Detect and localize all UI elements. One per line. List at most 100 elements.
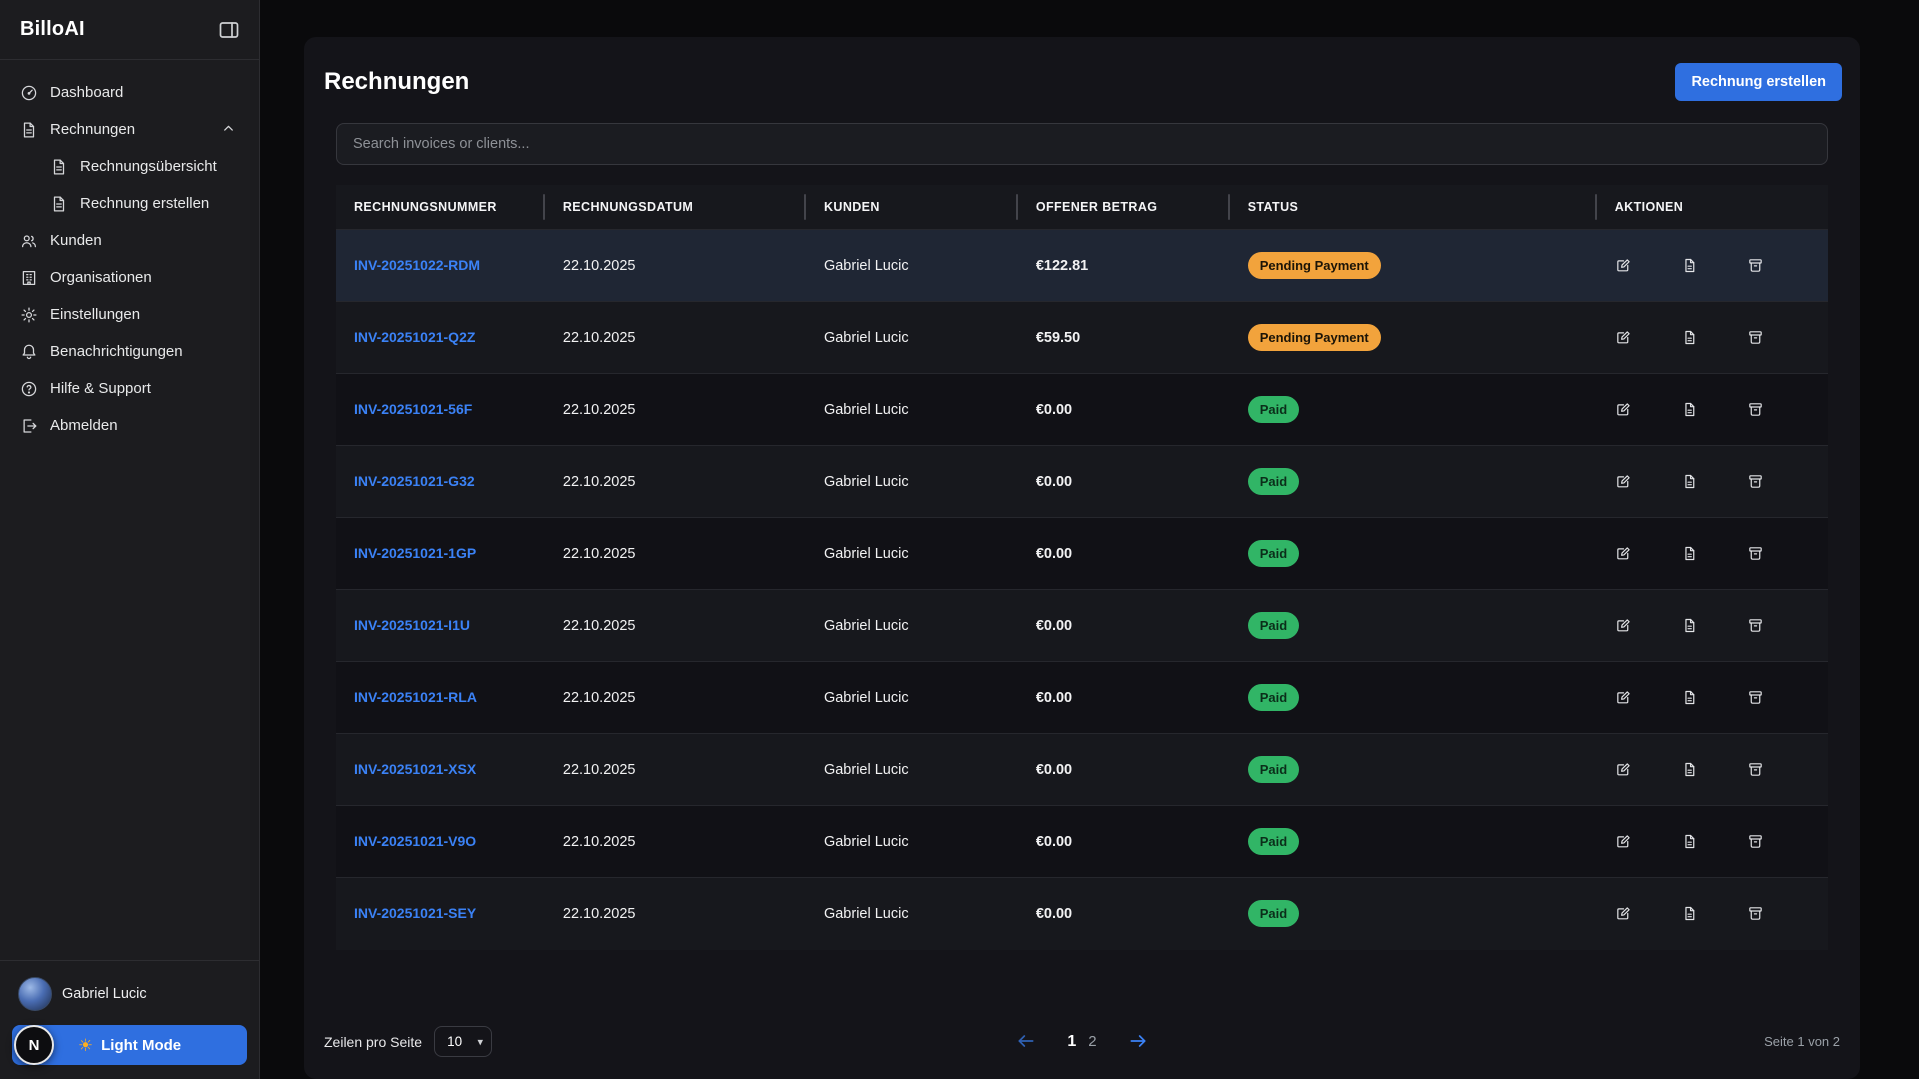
edit-icon [1615, 622, 1632, 637]
user-profile[interactable]: Gabriel Lucic [12, 973, 247, 1025]
invoice-client: Gabriel Lucic [806, 662, 1018, 734]
archive-invoice-button[interactable] [1747, 545, 1764, 562]
rows-per-page-select[interactable]: 10 [434, 1026, 492, 1057]
column-header: RECHNUNGSNUMMER [336, 185, 545, 230]
invoice-amount: €0.00 [1018, 590, 1230, 662]
invoice-link[interactable]: INV-20251021-RLA [354, 689, 477, 705]
invoice-actions-cell [1597, 302, 1828, 374]
invoice-client: Gabriel Lucic [806, 446, 1018, 518]
table-row: INV-20251021-56F 22.10.2025 Gabriel Luci… [336, 374, 1828, 446]
invoice-link[interactable]: INV-20251021-56F [354, 401, 472, 417]
edit-invoice-button[interactable] [1615, 401, 1632, 418]
invoice-icon [20, 121, 38, 139]
sidebar-item-einstellungen[interactable]: Einstellungen [10, 296, 249, 333]
status-badge: Paid [1248, 756, 1299, 783]
invoice-client: Gabriel Lucic [806, 734, 1018, 806]
sidebar-item-benachrichtigungen[interactable]: Benachrichtigungen [10, 333, 249, 370]
archive-invoice-button[interactable] [1747, 257, 1764, 274]
invoice-date: 22.10.2025 [545, 734, 806, 806]
search-input[interactable] [336, 123, 1828, 165]
invoice-date: 22.10.2025 [545, 806, 806, 878]
pdf-invoice-button[interactable] [1681, 833, 1698, 850]
invoice-link[interactable]: INV-20251021-Q2Z [354, 329, 475, 345]
previous-page-button[interactable] [1015, 1031, 1037, 1053]
create-invoice-button[interactable]: Rechnung erstellen [1675, 63, 1842, 101]
invoice-number-cell: INV-20251022-RDM [336, 230, 545, 302]
archive-icon [1747, 334, 1764, 349]
sidebar-item-rechnung-erstellen[interactable]: Rechnung erstellen [10, 185, 249, 222]
invoice-date: 22.10.2025 [545, 302, 806, 374]
extension-bubble[interactable]: N [14, 1025, 54, 1065]
column-header: OFFENER BETRAG [1018, 185, 1230, 230]
archive-invoice-button[interactable] [1747, 833, 1764, 850]
archive-invoice-button[interactable] [1747, 905, 1764, 922]
invoice-number-cell: INV-20251021-1GP [336, 518, 545, 590]
edit-invoice-button[interactable] [1615, 833, 1632, 850]
edit-invoice-button[interactable] [1615, 905, 1632, 922]
edit-invoice-button[interactable] [1615, 473, 1632, 490]
invoice-link[interactable]: INV-20251021-G32 [354, 473, 475, 489]
status-badge: Paid [1248, 828, 1299, 855]
invoice-link[interactable]: INV-20251021-V9O [354, 833, 476, 849]
pdf-invoice-button[interactable] [1681, 689, 1698, 706]
archive-invoice-button[interactable] [1747, 329, 1764, 346]
archive-icon [1747, 262, 1764, 277]
edit-invoice-button[interactable] [1615, 617, 1632, 634]
invoice-status-cell: Paid [1230, 518, 1597, 590]
pdf-file-icon [1681, 838, 1698, 853]
sidebar-item-kunden[interactable]: Kunden [10, 222, 249, 259]
sidebar-item-hilfe-support[interactable]: Hilfe & Support [10, 370, 249, 407]
archive-invoice-button[interactable] [1747, 761, 1764, 778]
table-row: INV-20251021-XSX 22.10.2025 Gabriel Luci… [336, 734, 1828, 806]
sidebar-item-dashboard[interactable]: Dashboard [10, 74, 249, 111]
page-button-2[interactable]: 2 [1082, 1029, 1102, 1054]
edit-invoice-button[interactable] [1615, 761, 1632, 778]
edit-invoice-button[interactable] [1615, 329, 1632, 346]
sidebar-footer: Gabriel Lucic N ☀ Light Mode [0, 960, 259, 1079]
sidebar-item-label: Organisationen [50, 269, 152, 286]
invoice-number-cell: INV-20251021-Q2Z [336, 302, 545, 374]
sidebar-item-abmelden[interactable]: Abmelden [10, 407, 249, 444]
invoice-number-cell: INV-20251021-XSX [336, 734, 545, 806]
edit-invoice-button[interactable] [1615, 689, 1632, 706]
next-page-button[interactable] [1127, 1031, 1149, 1053]
pdf-invoice-button[interactable] [1681, 545, 1698, 562]
invoice-link[interactable]: INV-20251021-1GP [354, 545, 476, 561]
archive-invoice-button[interactable] [1747, 689, 1764, 706]
gear-icon [20, 306, 38, 324]
archive-icon [1747, 406, 1764, 421]
pdf-invoice-button[interactable] [1681, 905, 1698, 922]
sidebar-collapse-button[interactable] [217, 18, 241, 42]
sidebar-item-label: Kunden [50, 232, 102, 249]
invoice-link[interactable]: INV-20251022-RDM [354, 257, 480, 273]
pdf-invoice-button[interactable] [1681, 473, 1698, 490]
table-row: INV-20251021-RLA 22.10.2025 Gabriel Luci… [336, 662, 1828, 734]
pdf-file-icon [1681, 766, 1698, 781]
pdf-invoice-button[interactable] [1681, 761, 1698, 778]
arrow-right-icon [1128, 1039, 1148, 1054]
edit-invoice-button[interactable] [1615, 545, 1632, 562]
pdf-file-icon [1681, 262, 1698, 277]
sidebar-item-organisationen[interactable]: Organisationen [10, 259, 249, 296]
invoice-status-cell: Paid [1230, 446, 1597, 518]
invoice-link[interactable]: INV-20251021-I1U [354, 617, 470, 633]
pdf-invoice-button[interactable] [1681, 329, 1698, 346]
sidebar-item-rechnungsuebersicht[interactable]: Rechnungsübersicht [10, 148, 249, 185]
pdf-invoice-button[interactable] [1681, 257, 1698, 274]
page-button-1[interactable]: 1 [1061, 1029, 1082, 1055]
invoice-actions-cell [1597, 590, 1828, 662]
page-title: Rechnungen [324, 68, 469, 96]
invoice-link[interactable]: INV-20251021-SEY [354, 905, 476, 921]
invoice-link[interactable]: INV-20251021-XSX [354, 761, 476, 777]
table-row: INV-20251021-V9O 22.10.2025 Gabriel Luci… [336, 806, 1828, 878]
invoice-actions-cell [1597, 878, 1828, 950]
pdf-invoice-button[interactable] [1681, 401, 1698, 418]
sidebar-item-rechnungen[interactable]: Rechnungen [10, 111, 249, 148]
archive-invoice-button[interactable] [1747, 473, 1764, 490]
status-badge: Pending Payment [1248, 324, 1381, 351]
archive-invoice-button[interactable] [1747, 401, 1764, 418]
logout-icon [20, 417, 38, 435]
pdf-invoice-button[interactable] [1681, 617, 1698, 634]
edit-invoice-button[interactable] [1615, 257, 1632, 274]
archive-invoice-button[interactable] [1747, 617, 1764, 634]
